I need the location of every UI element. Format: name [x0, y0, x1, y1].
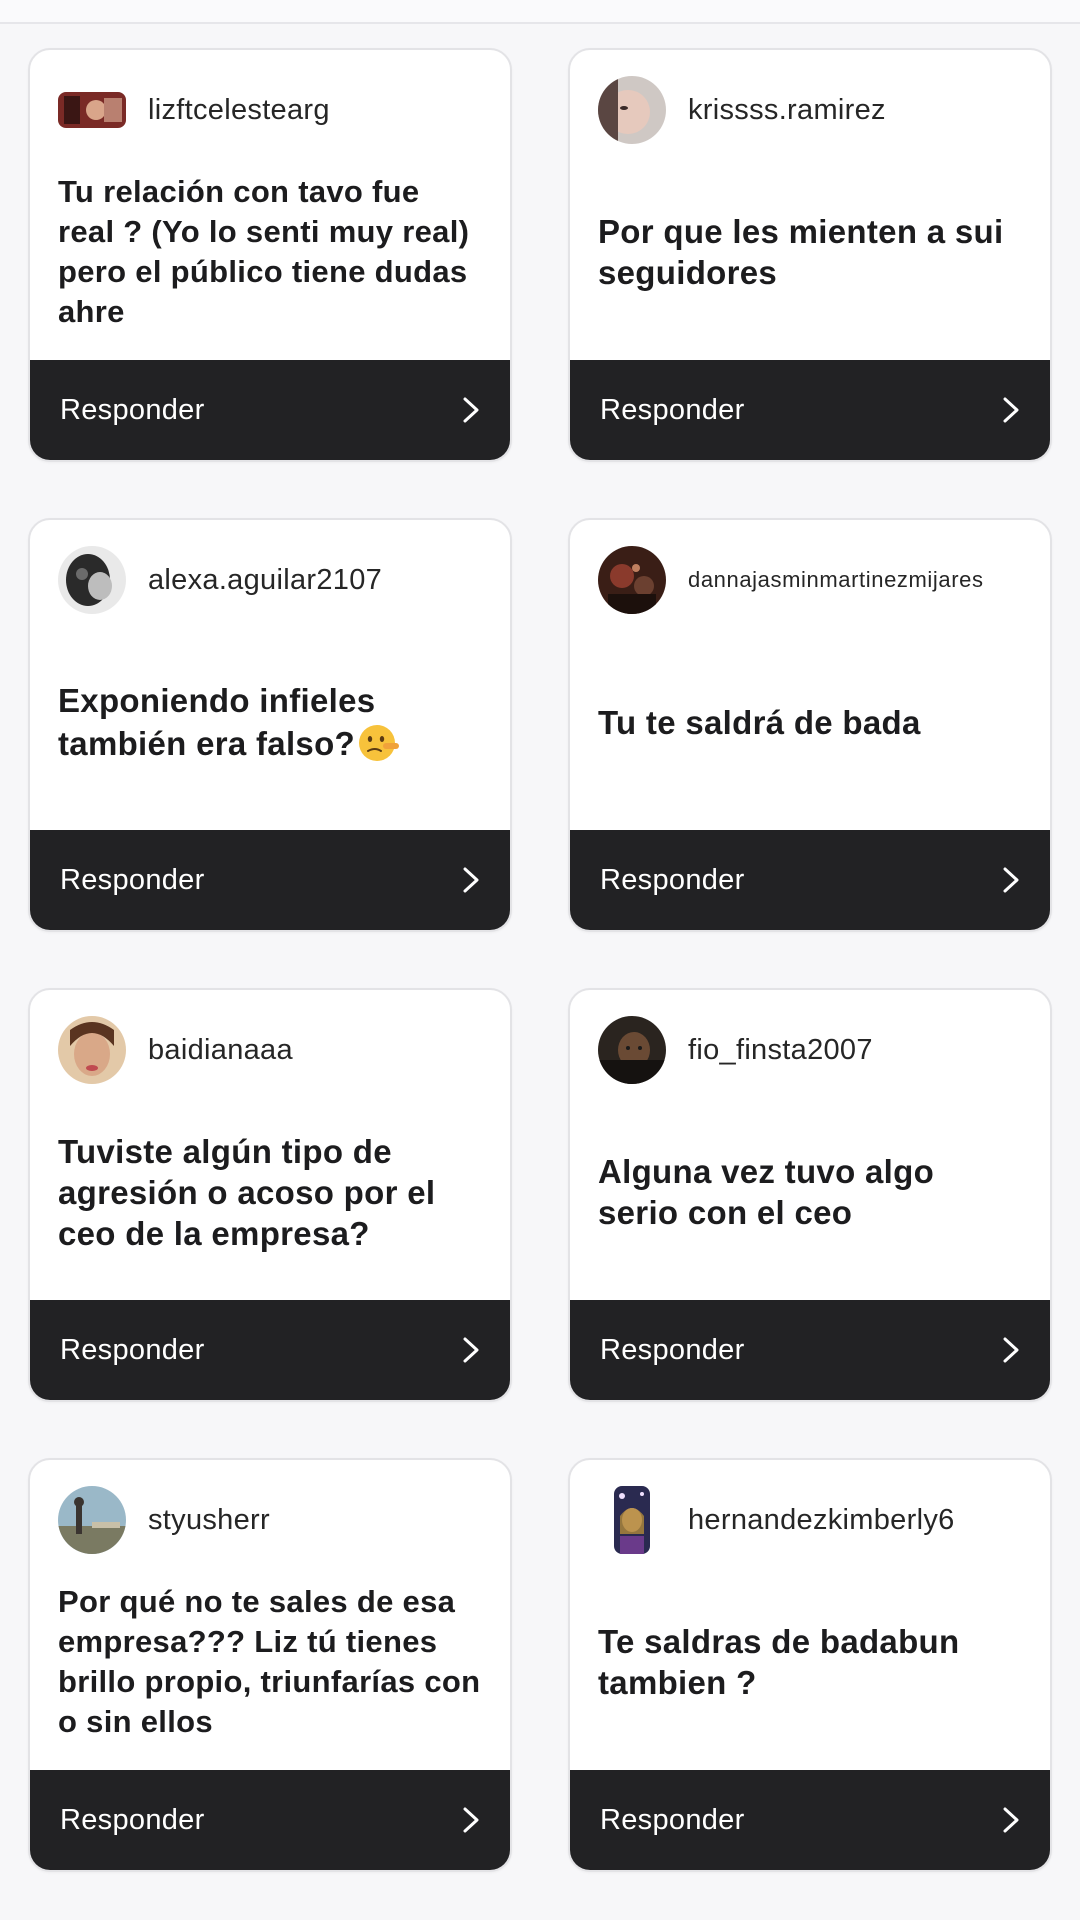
question-author[interactable]: baidianaaa: [58, 1016, 482, 1084]
chevron-right-icon: [1003, 867, 1019, 893]
question-author[interactable]: lizftcelestearg: [58, 76, 482, 144]
username: styusherr: [148, 1503, 270, 1536]
chevron-right-icon: [1003, 1337, 1019, 1363]
username: alexa.aguilar2107: [148, 563, 383, 596]
question-card: krissss.ramirez Por que les mienten a su…: [568, 48, 1052, 462]
question-card-body: styusherr Por qué no te sales de esa emp…: [30, 1460, 510, 1770]
top-status-strip: [0, 0, 1080, 24]
chevron-right-icon: [463, 867, 479, 893]
question-card: fio_finsta2007 Alguna vez tuvo algo seri…: [568, 988, 1052, 1402]
reply-label: Responder: [600, 393, 745, 426]
question-text-content: Exponiendo infieles también era falso?: [58, 681, 376, 762]
question-author[interactable]: alexa.aguilar2107: [58, 546, 482, 614]
question-card: alexa.aguilar2107 Exponiendo infieles ta…: [28, 518, 512, 932]
reply-label: Responder: [60, 1803, 205, 1836]
question-card: dannajasminmartinezmijares Tu te saldrá …: [568, 518, 1052, 932]
question-card-body: fio_finsta2007 Alguna vez tuvo algo seri…: [570, 990, 1050, 1300]
question-card-body: alexa.aguilar2107 Exponiendo infieles ta…: [30, 520, 510, 830]
username: krissss.ramirez: [688, 93, 886, 126]
chevron-right-icon: [463, 1807, 479, 1833]
username: dannajasminmartinezmijares: [688, 567, 984, 592]
username: baidianaaa: [148, 1033, 293, 1066]
reply-label: Responder: [600, 1803, 745, 1836]
question-text: Tu te saldrá de bada: [598, 703, 921, 741]
question-text-area: Te saldras de badabun tambien ?: [598, 1554, 1022, 1770]
reply-label: Responder: [60, 1333, 205, 1366]
question-author[interactable]: krissss.ramirez: [598, 76, 1022, 144]
avatar[interactable]: [58, 546, 126, 614]
avatar[interactable]: [598, 1016, 666, 1084]
reply-button[interactable]: Responder: [570, 1770, 1050, 1870]
question-text: Por que les mienten a sui seguidores: [598, 213, 1004, 291]
question-text: Te saldras de badabun tambien ?: [598, 1623, 960, 1701]
lying-face-icon: [359, 724, 399, 761]
reply-label: Responder: [60, 863, 205, 896]
avatar[interactable]: [598, 76, 666, 144]
question-card: baidianaaa Tuviste algún tipo de agresió…: [28, 988, 512, 1402]
question-card-body: baidianaaa Tuviste algún tipo de agresió…: [30, 990, 510, 1300]
question-card-body: lizftcelestearg Tu relación con tavo fue…: [30, 50, 510, 360]
questions-grid: lizftcelestearg Tu relación con tavo fue…: [28, 48, 1052, 1872]
chevron-right-icon: [1003, 397, 1019, 423]
question-author[interactable]: styusherr: [58, 1486, 482, 1554]
avatar[interactable]: [58, 1016, 126, 1084]
avatar[interactable]: [598, 546, 666, 614]
username: lizftcelestearg: [148, 93, 330, 126]
question-author[interactable]: fio_finsta2007: [598, 1016, 1022, 1084]
chevron-right-icon: [1003, 1807, 1019, 1833]
question-text-area: Alguna vez tuvo algo serio con el ceo: [598, 1084, 1022, 1300]
question-card-body: krissss.ramirez Por que les mienten a su…: [570, 50, 1050, 360]
question-text: Por qué no te sales de esa empresa??? Li…: [58, 1584, 481, 1739]
question-author[interactable]: dannajasminmartinezmijares: [598, 546, 1022, 614]
question-text-area: Por qué no te sales de esa empresa??? Li…: [58, 1554, 482, 1770]
question-text-area: Exponiendo infieles también era falso?: [58, 614, 482, 830]
reply-button[interactable]: Responder: [30, 1770, 510, 1870]
question-card: styusherr Por qué no te sales de esa emp…: [28, 1458, 512, 1872]
question-text-area: Tu relación con tavo fue real ? (Yo lo s…: [58, 144, 482, 360]
question-card: lizftcelestearg Tu relación con tavo fue…: [28, 48, 512, 462]
avatar[interactable]: [58, 1486, 126, 1554]
question-text: Tuviste algún tipo de agresión o acoso p…: [58, 1132, 436, 1252]
question-text: Tu relación con tavo fue real ? (Yo lo s…: [58, 174, 470, 329]
avatar[interactable]: [58, 92, 126, 128]
question-text-area: Por que les mienten a sui seguidores: [598, 144, 1022, 360]
question-card: hernandezkimberly6 Te saldras de badabun…: [568, 1458, 1052, 1872]
reply-label: Responder: [60, 393, 205, 426]
question-card-body: hernandezkimberly6 Te saldras de badabun…: [570, 1460, 1050, 1770]
reply-button[interactable]: Responder: [30, 1300, 510, 1400]
reply-button[interactable]: Responder: [570, 1300, 1050, 1400]
reply-button[interactable]: Responder: [570, 830, 1050, 930]
avatar[interactable]: [614, 1486, 650, 1554]
question-text: Exponiendo infieles también era falso?: [58, 680, 482, 765]
question-text: Alguna vez tuvo algo serio con el ceo: [598, 1153, 935, 1231]
chevron-right-icon: [463, 397, 479, 423]
reply-button[interactable]: Responder: [570, 360, 1050, 460]
question-card-body: dannajasminmartinezmijares Tu te saldrá …: [570, 520, 1050, 830]
question-text-area: Tu te saldrá de bada: [598, 614, 1022, 830]
chevron-right-icon: [463, 1337, 479, 1363]
reply-button[interactable]: Responder: [30, 830, 510, 930]
question-author[interactable]: hernandezkimberly6: [598, 1486, 1022, 1554]
reply-label: Responder: [600, 863, 745, 896]
reply-button[interactable]: Responder: [30, 360, 510, 460]
username: hernandezkimberly6: [688, 1503, 955, 1536]
reply-label: Responder: [600, 1333, 745, 1366]
question-text-area: Tuviste algún tipo de agresión o acoso p…: [58, 1084, 482, 1300]
username: fio_finsta2007: [688, 1033, 873, 1066]
